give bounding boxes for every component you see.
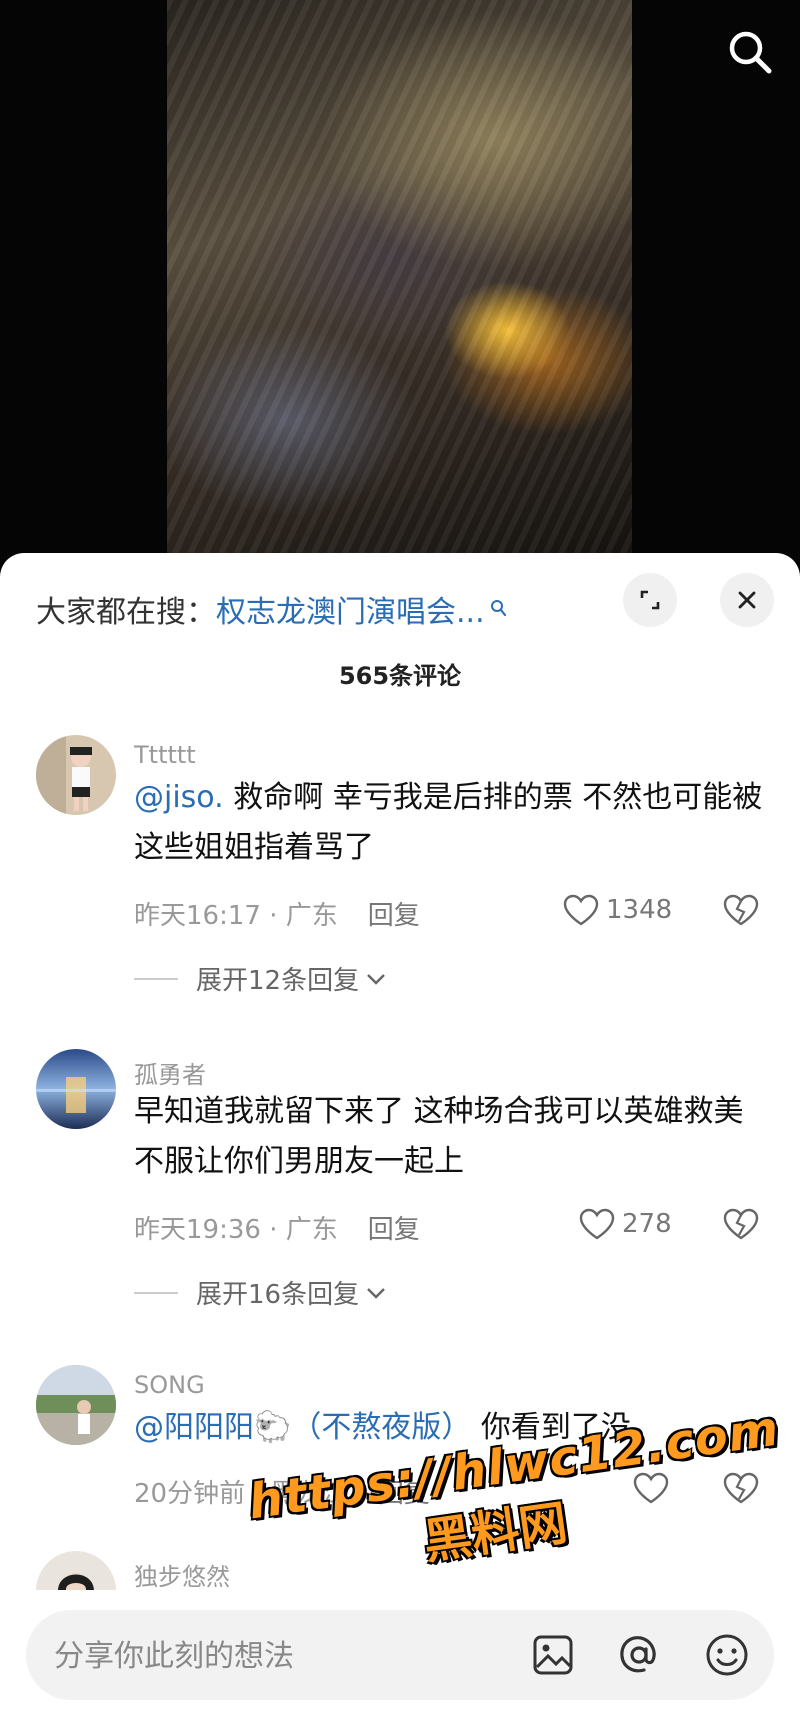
- comment-time-location: 昨天16:17 · 广东: [134, 901, 338, 931]
- chevron-down-icon: [367, 1287, 385, 1299]
- comment-text: 早知道我就留下来了 这种场合我可以英雄救美 不服让你们男朋友一起上: [134, 1087, 764, 1187]
- expand-replies-label: 展开12条回复: [196, 966, 360, 996]
- dislike-icon[interactable]: [722, 1207, 760, 1245]
- hot-search-bar[interactable]: 大家都在搜： 权志龙澳门演唱会...: [36, 587, 507, 631]
- comment-username[interactable]: 独步悠然: [134, 1557, 230, 1592]
- expand-icon[interactable]: [623, 573, 677, 627]
- comment-body: 早知道我就留下来了 这种场合我可以英雄救美 不服让你们男朋友一起上: [134, 1094, 744, 1179]
- search-icon[interactable]: [722, 24, 778, 80]
- comment-mention[interactable]: @阳阳阳🐑（不熬夜版）: [134, 1410, 471, 1445]
- comment-input-container: [26, 1610, 774, 1702]
- comment-meta: 昨天19:36 · 广东 回复: [134, 1209, 420, 1246]
- chevron-down-icon: [367, 973, 385, 985]
- reply-button[interactable]: 回复: [368, 901, 420, 931]
- divider: [134, 1291, 178, 1294]
- like-button[interactable]: 278: [578, 1207, 672, 1241]
- expand-replies-button[interactable]: 展开16条回复: [134, 1274, 389, 1311]
- like-count: 278: [622, 1209, 672, 1239]
- hot-search-label: 大家都在搜：: [36, 595, 216, 630]
- comment-body: 救命啊 幸亏我是后排的票 不然也可能被这些姐姐指着骂了: [134, 780, 763, 865]
- dislike-icon[interactable]: [722, 893, 760, 931]
- like-count: 1348: [606, 895, 673, 925]
- close-icon[interactable]: [720, 573, 774, 627]
- video-player[interactable]: [0, 0, 800, 560]
- reply-button[interactable]: 回复: [368, 1215, 420, 1245]
- comment-sheet: 大家都在搜： 权志龙澳门演唱会... 565条评论 Tttttt @jiso. …: [0, 553, 800, 1715]
- avatar[interactable]: [36, 1049, 116, 1129]
- video-frame[interactable]: [167, 0, 632, 560]
- small-search-icon: [489, 598, 507, 620]
- comment-input[interactable]: [52, 1610, 506, 1702]
- reply-button[interactable]: 回复: [378, 1479, 430, 1509]
- like-button[interactable]: 1348: [562, 893, 672, 927]
- comment-username[interactable]: 孤勇者: [134, 1055, 206, 1090]
- expand-replies-label: 展开16条回复: [196, 1280, 360, 1310]
- comment-text: @jiso. 救命啊 幸亏我是后排的票 不然也可能被这些姐姐指着骂了: [134, 773, 764, 873]
- comment-mention[interactable]: @jiso.: [134, 780, 224, 815]
- comment-meta: 20分钟前 · 黑龙江 回复: [134, 1473, 430, 1510]
- avatar[interactable]: [36, 1365, 116, 1445]
- expand-replies-button[interactable]: 展开12条回复: [134, 960, 389, 997]
- dislike-icon[interactable]: [722, 1471, 760, 1509]
- comment-text: @阳阳阳🐑（不熬夜版） 你看到了没: [134, 1403, 764, 1453]
- heart-icon: [563, 894, 599, 926]
- divider: [134, 977, 178, 980]
- mention-icon[interactable]: [616, 1632, 662, 1678]
- comment-body: 你看到了没: [471, 1410, 631, 1445]
- comment-input-bar: [0, 1590, 800, 1715]
- heart-icon: [633, 1472, 669, 1504]
- comment-time-location: 20分钟前 · 黑龙江: [134, 1479, 348, 1509]
- heart-icon: [579, 1208, 615, 1240]
- like-button[interactable]: [632, 1471, 676, 1505]
- hot-search-keyword[interactable]: 权志龙澳门演唱会...: [216, 587, 485, 631]
- comment-time-location: 昨天19:36 · 广东: [134, 1215, 338, 1245]
- image-icon[interactable]: [530, 1632, 576, 1678]
- emoji-icon[interactable]: [704, 1632, 750, 1678]
- comment-username[interactable]: SONG: [134, 1371, 205, 1399]
- comment-username[interactable]: Tttttt: [134, 741, 196, 769]
- avatar[interactable]: [36, 735, 116, 815]
- comment-meta: 昨天16:17 · 广东 回复: [134, 895, 420, 932]
- comment-count: 565条评论: [338, 662, 462, 690]
